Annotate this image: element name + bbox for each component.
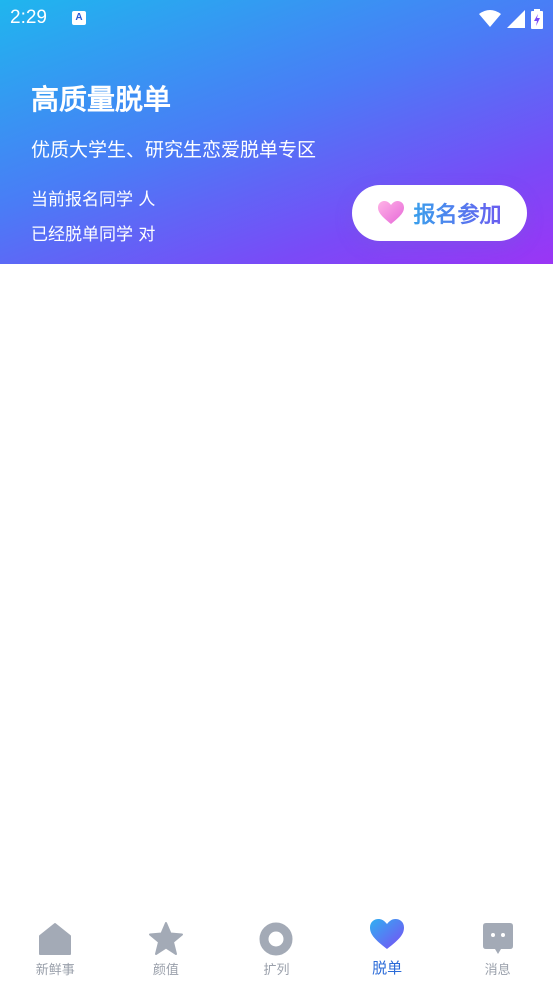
join-button-label: 报名参加 [413, 197, 501, 229]
tab-news[interactable]: 新鲜事 [0, 910, 111, 984]
heart-icon [370, 919, 405, 949]
star-icon [148, 922, 183, 955]
home-icon [39, 923, 72, 955]
content-area [0, 264, 553, 910]
matched-count-text: 已经脱单同学 对 [31, 225, 156, 245]
tab-messages[interactable]: 消息 [442, 910, 553, 984]
heart-icon [378, 201, 405, 224]
message-icon [482, 923, 513, 954]
page-subtitle: 优质大学生、研究生恋爱脱单专区 [31, 139, 317, 161]
join-button[interactable]: 报名参加 [352, 185, 527, 241]
tab-label: 颜值 [152, 963, 179, 978]
hero-banner: 2:29 A 高质量脱单 优质大学生、研究生恋爱脱单专区 当前报名同学 人 已经… [0, 0, 553, 264]
tab-looks[interactable]: 颜值 [111, 910, 222, 984]
registered-count-text: 当前报名同学 人 [31, 190, 156, 210]
page-title: 高质量脱单 [31, 83, 172, 116]
tab-label: 脱单 [372, 959, 403, 977]
battery-icon [531, 9, 543, 29]
wifi-icon [479, 10, 501, 27]
status-indicators [479, 8, 543, 30]
app-notification-icon: A [72, 11, 86, 25]
tab-label: 扩列 [263, 963, 290, 978]
signal-icon [507, 10, 525, 28]
tab-dating[interactable]: 脱单 [332, 910, 443, 984]
tab-expand[interactable]: 扩列 [221, 910, 332, 984]
status-bar: 2:29 A [0, 0, 553, 38]
status-time: 2:29 [10, 7, 47, 28]
bottom-tab-bar: 新鲜事 颜值 扩列 脱单 消息 [0, 910, 553, 984]
ring-icon [259, 922, 293, 956]
tab-label: 新鲜事 [35, 963, 75, 978]
tab-label: 消息 [484, 963, 511, 978]
